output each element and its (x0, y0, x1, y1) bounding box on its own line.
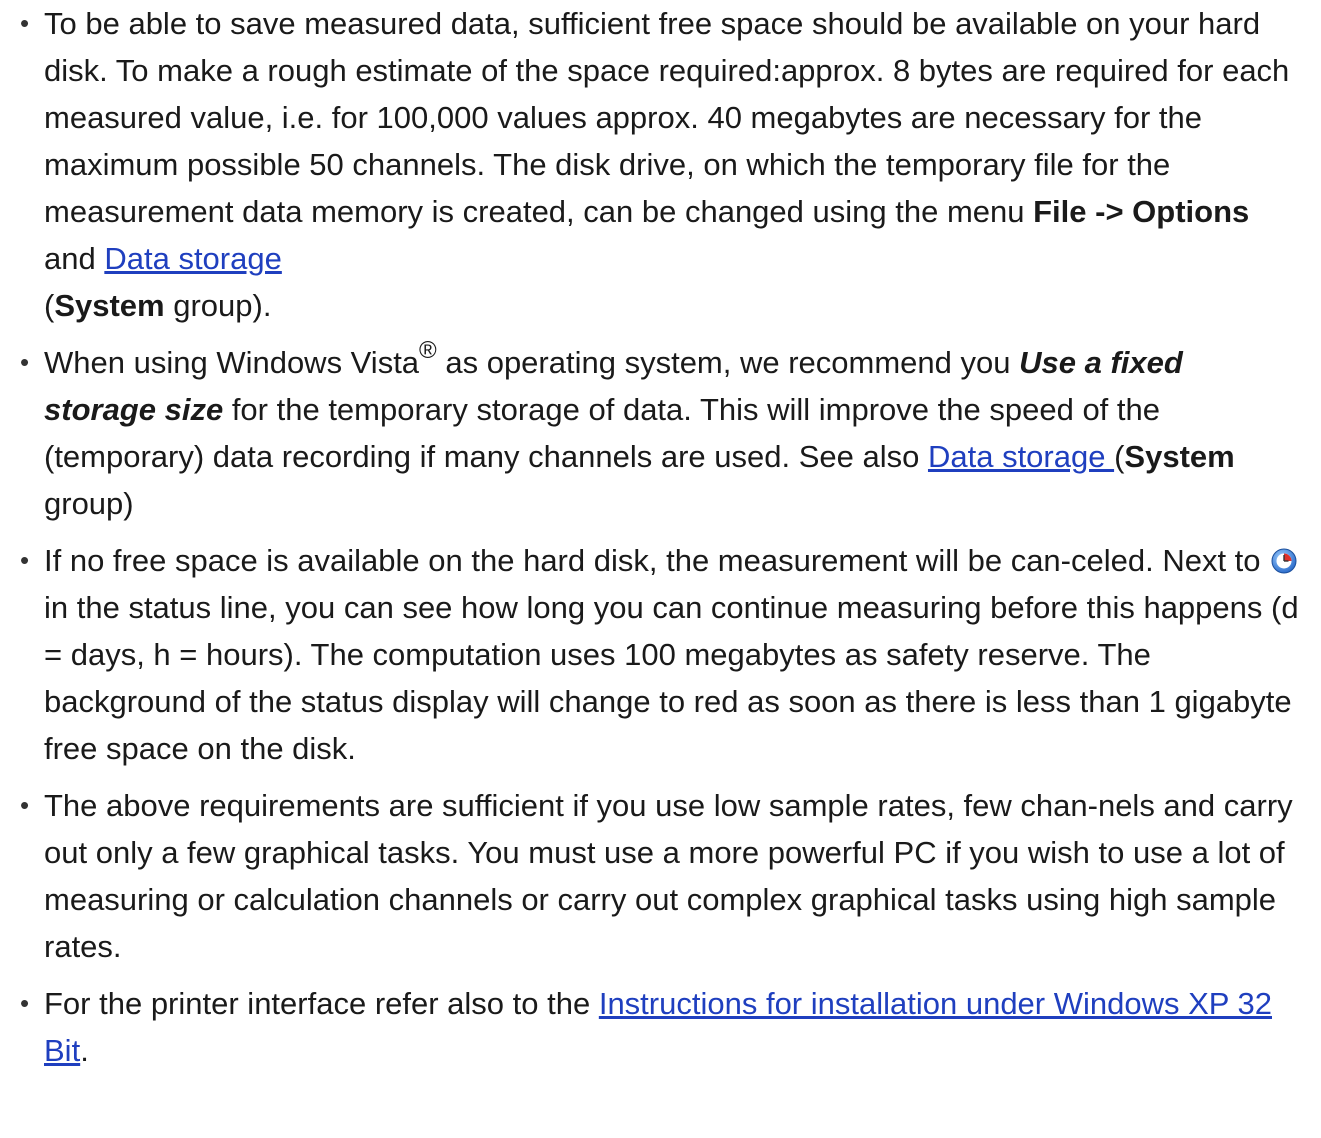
list-item-text: For the printer interface refer also to … (44, 986, 599, 1021)
bullet-icon: • (20, 988, 30, 1018)
list-item-text: If no free space is available on the har… (44, 543, 1270, 578)
menu-path-text: File -> Options (1033, 194, 1250, 229)
requirements-list: • To be able to save measured data, suff… (0, 0, 1321, 1074)
group-name-text: System (54, 288, 165, 323)
list-item-text: ( (44, 288, 55, 323)
list-item-text: as operating system, we recommend you (436, 345, 1020, 380)
list-item-printer: • For the printer interface refer also t… (0, 980, 1321, 1074)
bullet-icon: • (20, 8, 30, 38)
data-storage-link[interactable]: Data storage (104, 241, 282, 276)
list-item-free-space: • If no free space is available on the h… (0, 537, 1321, 772)
list-item-text: When using Windows Vista (44, 345, 420, 380)
help-page: • To be able to save measured data, suff… (0, 0, 1321, 1138)
bullet-icon: • (20, 347, 30, 377)
bullet-icon: • (20, 545, 30, 575)
list-item-text: ( (1114, 439, 1125, 474)
group-name-text: System (1124, 439, 1235, 474)
list-item-windows-vista: • When using Windows Vista® as operating… (0, 336, 1321, 527)
list-item-text: The above requirements are sufficient if… (44, 788, 1302, 964)
data-storage-link[interactable]: Data storage (928, 439, 1114, 474)
list-item-requirements: • The above requirements are sufficient … (0, 782, 1321, 970)
registered-mark: ® (419, 336, 437, 364)
list-item-text: . (80, 1033, 89, 1068)
list-item-text: group). (164, 288, 272, 323)
clock-icon (1271, 548, 1297, 574)
list-item-disk-space: • To be able to save measured data, suff… (0, 0, 1321, 329)
bullet-icon: • (20, 790, 30, 820)
